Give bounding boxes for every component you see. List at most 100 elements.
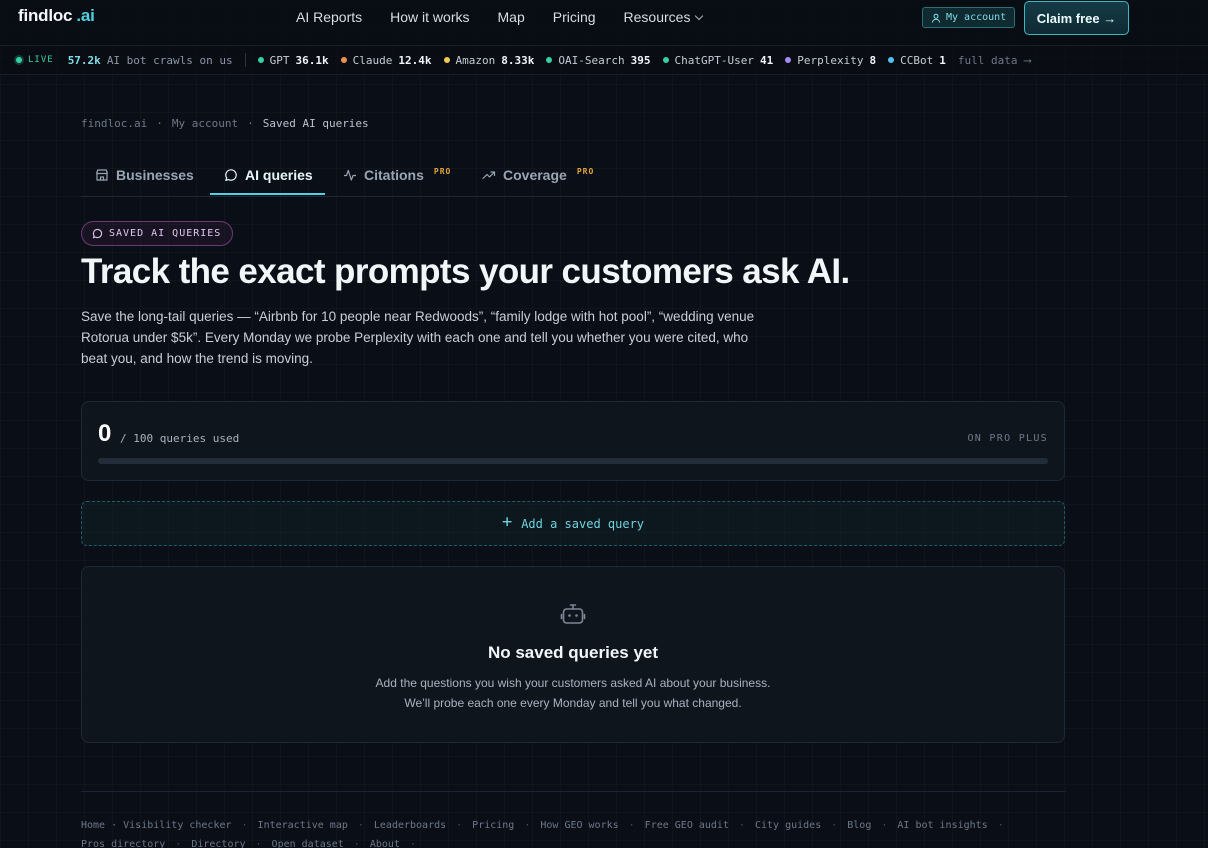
top-nav: findloc .ai AI Reports How it works Map P… xyxy=(0,0,1208,46)
activity-icon xyxy=(344,169,356,181)
breadcrumb-home[interactable]: findloc.ai xyxy=(81,117,147,130)
footer-row-1: Home · Visibility checker · Interactive ma… xyxy=(81,816,1071,835)
ticker-item: GPT 36.1k xyxy=(257,54,329,67)
footer-separator: · xyxy=(738,820,745,831)
ticker-item-name: Perplexity xyxy=(797,53,864,67)
crawl-count: 57.2k xyxy=(67,53,101,67)
live-dot-icon xyxy=(16,57,22,63)
footer-link[interactable]: Leaderboards xyxy=(374,820,446,831)
tab-citations[interactable]: Citations PRO xyxy=(343,154,451,195)
ticker-item-value: 395 xyxy=(630,53,651,67)
ticker-item-value: 41 xyxy=(760,53,774,67)
footer-link[interactable]: AI bot insights xyxy=(897,820,987,831)
page-subtitle: Save the long-tail queries — “Airbnb for… xyxy=(81,309,755,366)
ticker-item-name: ChatGPT-User xyxy=(674,53,754,67)
crawl-count-label: AI bot crawls on us xyxy=(106,53,233,67)
tab-coverage[interactable]: Coverage PRO xyxy=(482,154,594,195)
active-tab-indicator xyxy=(210,193,325,195)
footer-separator: · xyxy=(409,839,416,848)
ticker-item: OAI-Search 395 xyxy=(546,53,651,67)
live-label: LIVE xyxy=(28,55,54,65)
tab-ai-queries[interactable]: AI queries xyxy=(224,154,313,195)
footer-link[interactable]: Pros directory xyxy=(81,839,165,848)
status-dot-icon xyxy=(785,57,792,63)
pro-badge: PRO xyxy=(433,167,452,176)
account-tabs: Businesses AI queries Citations PRO Cove… xyxy=(81,154,1068,197)
tab-businesses[interactable]: Businesses xyxy=(95,154,194,195)
status-dot-icon xyxy=(340,57,347,63)
footer-separator: · xyxy=(881,820,888,831)
logo[interactable]: findloc .ai xyxy=(18,6,95,26)
status-dot-icon xyxy=(443,57,450,63)
empty-state-title: No saved queries yet xyxy=(487,643,659,662)
empty-state-line-2: We’ll probe each one every Monday and te… xyxy=(404,696,742,710)
nav-links: AI Reports How it works Map Pricing Reso… xyxy=(296,9,704,25)
footer-link[interactable]: Pricing xyxy=(472,820,514,831)
queries-used-count: 0 xyxy=(98,420,112,447)
empty-state-description: Add the questions you wish your customer… xyxy=(82,673,1064,713)
ticker-item-value: 8 xyxy=(869,53,877,67)
footer-link[interactable]: Blog xyxy=(847,820,871,831)
ticker-item-name: OAI-Search xyxy=(558,53,625,67)
nav-link-map[interactable]: Map xyxy=(498,9,525,25)
section-badge: SAVED AI QUERIES xyxy=(81,221,234,246)
tab-citations-label: Citations xyxy=(364,166,424,183)
footer-link[interactable]: Interactive map xyxy=(258,820,348,831)
footer-separator: · xyxy=(456,820,463,831)
ticker-item: Perplexity 8 xyxy=(785,54,876,67)
nav-link-ai-reports[interactable]: AI Reports xyxy=(296,9,362,25)
pro-badge: PRO xyxy=(576,167,595,176)
plan-label: ON PRO PLUS xyxy=(967,433,1048,444)
tab-coverage-label: Coverage xyxy=(503,166,567,183)
breadcrumb-my-account[interactable]: My account xyxy=(172,117,238,130)
ticker-item: Claude 12.4k xyxy=(340,53,432,67)
footer-separator: · xyxy=(831,820,838,831)
ticker-item-value: 8.33k xyxy=(501,53,535,67)
footer-link[interactable]: About xyxy=(370,839,400,848)
queries-limit-label: / 100 queries used xyxy=(120,432,240,445)
page-title: Track the exact prompts your customers a… xyxy=(81,252,850,291)
add-saved-query-button[interactable]: + Add a saved query xyxy=(81,501,1065,546)
footer-link[interactable]: City guides xyxy=(755,820,821,831)
nav-link-resources-label: Resources xyxy=(623,9,691,25)
my-account-button[interactable]: My account xyxy=(922,7,1016,28)
ticker-items: GPT 36.1k Claude 12.4k Amazon 8.33k OAI-Search… xyxy=(257,53,958,67)
footer-separator: · xyxy=(255,839,262,848)
breadcrumb-current: Saved AI queries xyxy=(262,117,369,130)
breadcrumb: findloc.ai · My account · Saved AI queries xyxy=(81,117,369,130)
ticker-item-name: Amazon xyxy=(455,53,496,67)
ticker-item-name: CCBot xyxy=(900,53,934,67)
footer-separator: · xyxy=(241,820,248,831)
user-icon xyxy=(932,13,940,23)
chat-bubble-icon xyxy=(92,228,103,239)
nav-link-resources[interactable]: Resources xyxy=(623,9,704,25)
footer-row-2: Pros directory · Directory · Open dataset · Ab… xyxy=(81,835,1071,848)
footer-link[interactable]: Directory xyxy=(191,839,245,848)
footer-link[interactable]: Home · Visibility checker xyxy=(81,820,232,831)
footer-link[interactable]: How GEO works xyxy=(540,820,618,831)
tab-ai-queries-label: AI queries xyxy=(245,166,313,183)
footer-link[interactable]: Open dataset xyxy=(272,839,344,848)
chevron-down-icon xyxy=(695,11,704,21)
footer-divider xyxy=(81,791,1066,792)
ticker-item: Amazon 8.33k xyxy=(443,53,535,67)
ticker-divider xyxy=(244,53,246,67)
full-data-link[interactable]: full data ⟶ xyxy=(958,54,1031,67)
usage-card: 0 / 100 queries used ON PRO PLUS xyxy=(81,401,1065,481)
footer-link[interactable]: Free GEO audit xyxy=(645,820,729,831)
tab-businesses-label: Businesses xyxy=(116,166,194,183)
ticker-item-value: 12.4k xyxy=(398,53,432,67)
my-account-label: My account xyxy=(946,12,1007,23)
bot-icon xyxy=(560,604,586,624)
empty-state-line-1: Add the questions you wish your customer… xyxy=(375,676,771,690)
nav-link-how-it-works[interactable]: How it works xyxy=(390,9,469,25)
footer-separator: · xyxy=(175,839,182,848)
store-icon xyxy=(95,168,109,181)
section-badge-label: SAVED AI QUERIES xyxy=(109,228,222,239)
status-dot-icon xyxy=(546,57,553,63)
claim-free-button[interactable]: Claim free → xyxy=(1024,1,1129,35)
empty-state: No saved queries yet Add the questions y… xyxy=(81,566,1065,743)
nav-link-pricing[interactable]: Pricing xyxy=(553,9,596,25)
live-ticker: LIVE 57.2k AI bot crawls on us GPT 36.1k C… xyxy=(0,46,1208,75)
ticker-item-name: Claude xyxy=(352,53,393,67)
